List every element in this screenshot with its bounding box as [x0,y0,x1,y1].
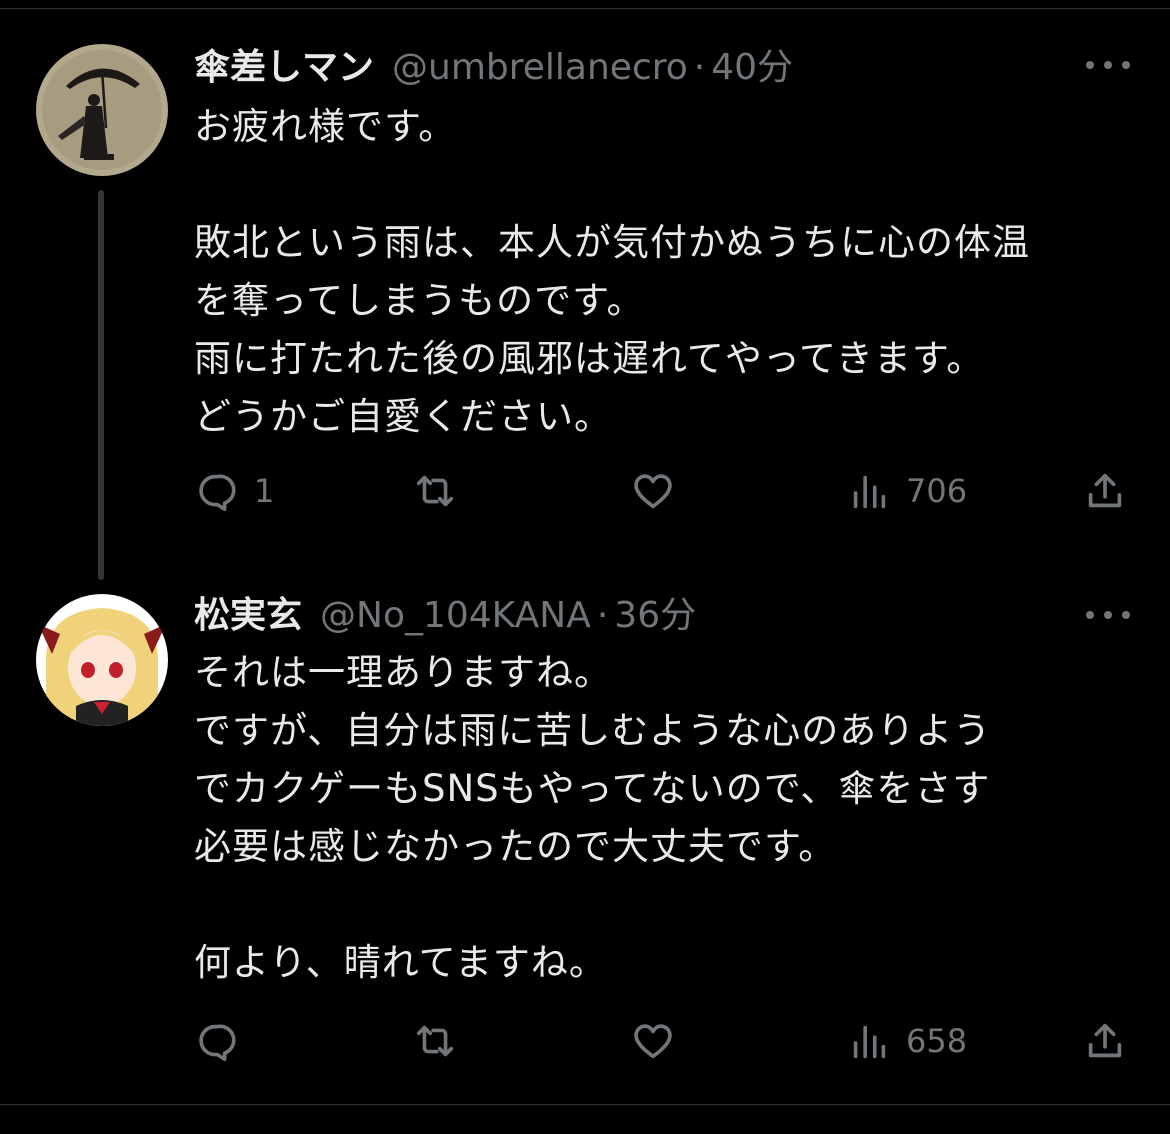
tweet-text: お疲れ様です。 敗北という雨は、本人が気付かぬうちに心の体温 を奪ってしまうもの… [194,105,1030,438]
bottom-divider [0,1104,1170,1105]
like-button[interactable] [630,466,690,516]
views-button[interactable]: 658 [846,1016,967,1066]
retweet-icon [412,468,458,514]
heart-icon [630,1018,676,1064]
separator-dot: · [693,47,706,88]
display-name[interactable]: 松実玄 [194,586,302,638]
share-button[interactable] [1082,466,1128,516]
retweet-button[interactable] [412,466,472,516]
views-bar-chart-icon [846,1018,892,1064]
tweet-text: それは一理ありますね。 ですが、自分は雨に苦しむような心のありよう でカクゲーも… [194,651,992,984]
user-handle[interactable]: @No_104KANA [320,595,591,636]
view-count: 706 [906,472,968,510]
share-upload-icon [1082,1018,1128,1064]
tweet-actions: 1 706 [194,466,1134,516]
avatar[interactable] [36,44,168,176]
retweet-icon [412,1018,458,1064]
tweet[interactable]: 傘差しマン @umbrellanecro · 40分 お疲れ様です。 敗北という… [0,0,1170,560]
reply-button[interactable] [194,1016,254,1066]
display-name[interactable]: 傘差しマン [194,38,374,90]
more-horizontal-icon[interactable] [1086,50,1130,80]
tweet-header: 傘差しマン @umbrellanecro · 40分 [194,38,793,88]
more-horizontal-icon[interactable] [1086,600,1130,630]
avatar[interactable] [36,594,168,726]
separator-dot: · [596,595,609,636]
reply-bubble-icon [194,468,240,514]
like-button[interactable] [630,1016,690,1066]
retweet-button[interactable] [412,1016,472,1066]
tweet-actions: 658 [194,1016,1134,1066]
timestamp[interactable]: 36分 [614,586,696,638]
tweet[interactable]: 松実玄 @No_104KANA · 36分 それは一理ありますね。 ですが、自分… [0,560,1170,1100]
share-upload-icon [1082,468,1128,514]
reply-count: 1 [254,472,275,510]
tweet-header: 松実玄 @No_104KANA · 36分 [194,586,696,636]
views-bar-chart-icon [846,468,892,514]
timestamp[interactable]: 40分 [711,38,793,90]
view-count: 658 [906,1022,968,1060]
reply-bubble-icon [194,1018,240,1064]
reply-button[interactable]: 1 [194,466,274,516]
user-handle[interactable]: @umbrellanecro [392,47,688,88]
views-button[interactable]: 706 [846,466,967,516]
heart-icon [630,468,676,514]
share-button[interactable] [1082,1016,1128,1066]
